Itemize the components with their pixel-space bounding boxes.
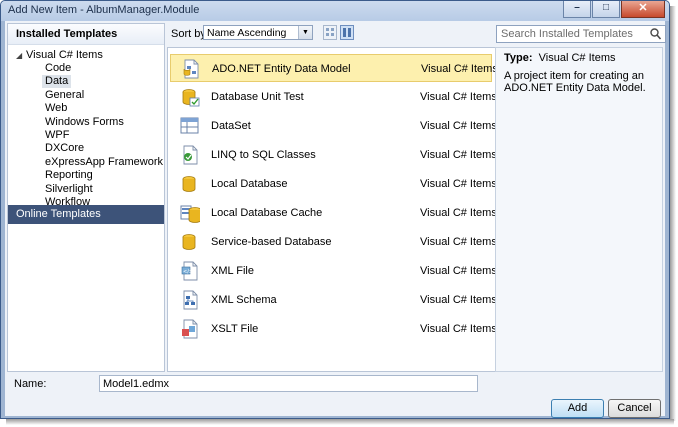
installed-templates-header[interactable]: Installed Templates — [8, 24, 164, 45]
dataset-icon — [180, 117, 199, 134]
template-type: Visual C# Items — [420, 91, 497, 103]
template-name: XSLT File — [211, 323, 259, 335]
template-name: Database Unit Test — [211, 91, 304, 103]
database-icon — [182, 176, 196, 192]
window-shadow-right — [670, 6, 676, 421]
sidebar-item-data[interactable]: Data — [42, 75, 72, 89]
window-shadow-bottom — [6, 419, 674, 425]
tree-root-label: Visual C# Items — [26, 49, 103, 61]
collapse-arrow-icon[interactable]: ◢ — [16, 51, 26, 60]
template-type: Visual C# Items — [420, 178, 497, 190]
template-type: Visual C# Items — [420, 323, 497, 335]
search-input[interactable]: Search Installed Templates — [496, 25, 666, 43]
template-row-xml-schema[interactable]: XML Schema Visual C# Items — [170, 286, 497, 314]
unit-test-icon — [182, 89, 200, 107]
xml-schema-icon — [183, 290, 198, 310]
search-placeholder: Search Installed Templates — [501, 28, 633, 40]
maximize-button[interactable]: □ — [592, 1, 620, 18]
template-name: XML File — [211, 265, 254, 277]
minimize-button[interactable]: – — [563, 1, 591, 18]
template-type: Visual C# Items — [420, 294, 497, 306]
template-row-xml-file[interactable]: </> XML File Visual C# Items — [170, 257, 497, 285]
template-row-xslt-file[interactable]: XSLT File Visual C# Items — [170, 315, 497, 343]
name-row: Name: — [5, 375, 665, 393]
template-row-local-database[interactable]: Local Database Visual C# Items — [170, 170, 497, 198]
template-name: Local Database Cache — [211, 207, 323, 219]
add-button[interactable]: Add — [551, 399, 604, 418]
entity-model-icon — [183, 59, 199, 79]
sidebar-item-web[interactable]: Web — [42, 102, 70, 115]
xslt-file-icon — [182, 319, 198, 339]
details-type-label: Type: — [504, 52, 533, 64]
template-type: Visual C# Items — [420, 236, 497, 248]
template-name: DataSet — [211, 120, 251, 132]
tree-root-visual-csharp[interactable]: ◢ Visual C# Items — [16, 49, 103, 61]
svg-text:</>: </> — [183, 269, 193, 275]
template-type: Visual C# Items — [420, 120, 497, 132]
template-name: Local Database — [211, 178, 288, 190]
window-title: Add New Item - AlbumManager.Module — [8, 4, 200, 16]
add-new-item-dialog: Add New Item - AlbumManager.Module – □ ✕… — [0, 0, 670, 419]
template-type: Visual C# Items — [420, 149, 497, 161]
chevron-down-icon: ▼ — [298, 26, 312, 39]
small-icons-view-button[interactable] — [323, 25, 337, 40]
name-field[interactable] — [99, 375, 478, 392]
database-cache-icon — [180, 205, 200, 223]
sort-dropdown-value: Name Ascending — [207, 27, 287, 39]
template-row-service-based-database[interactable]: Service-based Database Visual C# Items — [170, 228, 497, 256]
xml-file-icon: </> — [181, 261, 198, 281]
details-type-value: Visual C# Items — [538, 52, 616, 64]
template-row-database-unit-test[interactable]: Database Unit Test Visual C# Items — [170, 83, 497, 111]
linq-icon — [183, 145, 198, 165]
details-description: A project item for creating an ADO.NET E… — [504, 70, 646, 94]
small-icons-icon — [326, 28, 334, 36]
template-name: ADO.NET Entity Data Model — [212, 63, 351, 75]
sidebar-item-dxcore[interactable]: DXCore — [42, 142, 87, 155]
details-type: Type: Visual C# Items — [504, 52, 615, 64]
sidebar-item-wpf[interactable]: WPF — [42, 129, 72, 142]
sidebar-item-reporting[interactable]: Reporting — [42, 169, 96, 182]
medium-icons-view-button[interactable] — [340, 25, 354, 40]
template-row-dataset[interactable]: DataSet Visual C# Items — [170, 112, 497, 140]
name-label: Name: — [14, 378, 47, 390]
sidebar-item-expressapp-framework[interactable]: eXpressApp Framework — [42, 156, 166, 169]
template-row-ado-net-entity-data-model[interactable]: ADO.NET Entity Data Model Visual C# Items — [170, 54, 498, 82]
sort-toolbar: Sort by: Name Ascending ▼ Search Install… — [167, 23, 666, 45]
template-row-local-database-cache[interactable]: Local Database Cache Visual C# Items — [170, 199, 497, 227]
close-button[interactable]: ✕ — [621, 1, 665, 18]
online-templates-header[interactable]: Online Templates — [8, 205, 164, 224]
search-icon[interactable] — [649, 27, 662, 41]
template-name: XML Schema — [211, 294, 277, 306]
sidebar-item-general[interactable]: General — [42, 89, 87, 102]
template-row-linq-to-sql-classes[interactable]: LINQ to SQL Classes Visual C# Items — [170, 141, 497, 169]
template-name: Service-based Database — [211, 236, 332, 248]
cancel-button[interactable]: Cancel — [608, 399, 661, 418]
list-view-icon — [343, 28, 351, 37]
template-type: Visual C# Items — [421, 63, 498, 75]
sidebar-item-windows-forms[interactable]: Windows Forms — [42, 116, 127, 129]
template-type: Visual C# Items — [420, 207, 497, 219]
template-details-panel: Type: Visual C# Items A project item for… — [495, 47, 663, 372]
service-database-icon — [182, 234, 196, 250]
template-categories-panel: Installed Templates ◢ Visual C# Items Cod… — [7, 23, 165, 372]
dialog-client-area: Installed Templates ◢ Visual C# Items Cod… — [5, 21, 666, 418]
sidebar-item-code[interactable]: Code — [42, 62, 74, 75]
template-name: LINQ to SQL Classes — [211, 149, 316, 161]
title-bar[interactable]: Add New Item - AlbumManager.Module – □ ✕ — [1, 1, 669, 21]
sidebar-item-silverlight[interactable]: Silverlight — [42, 183, 96, 196]
sort-dropdown[interactable]: Name Ascending ▼ — [203, 25, 313, 40]
template-type: Visual C# Items — [420, 265, 497, 277]
template-list: ADO.NET Entity Data Model Visual C# Items… — [167, 47, 498, 372]
